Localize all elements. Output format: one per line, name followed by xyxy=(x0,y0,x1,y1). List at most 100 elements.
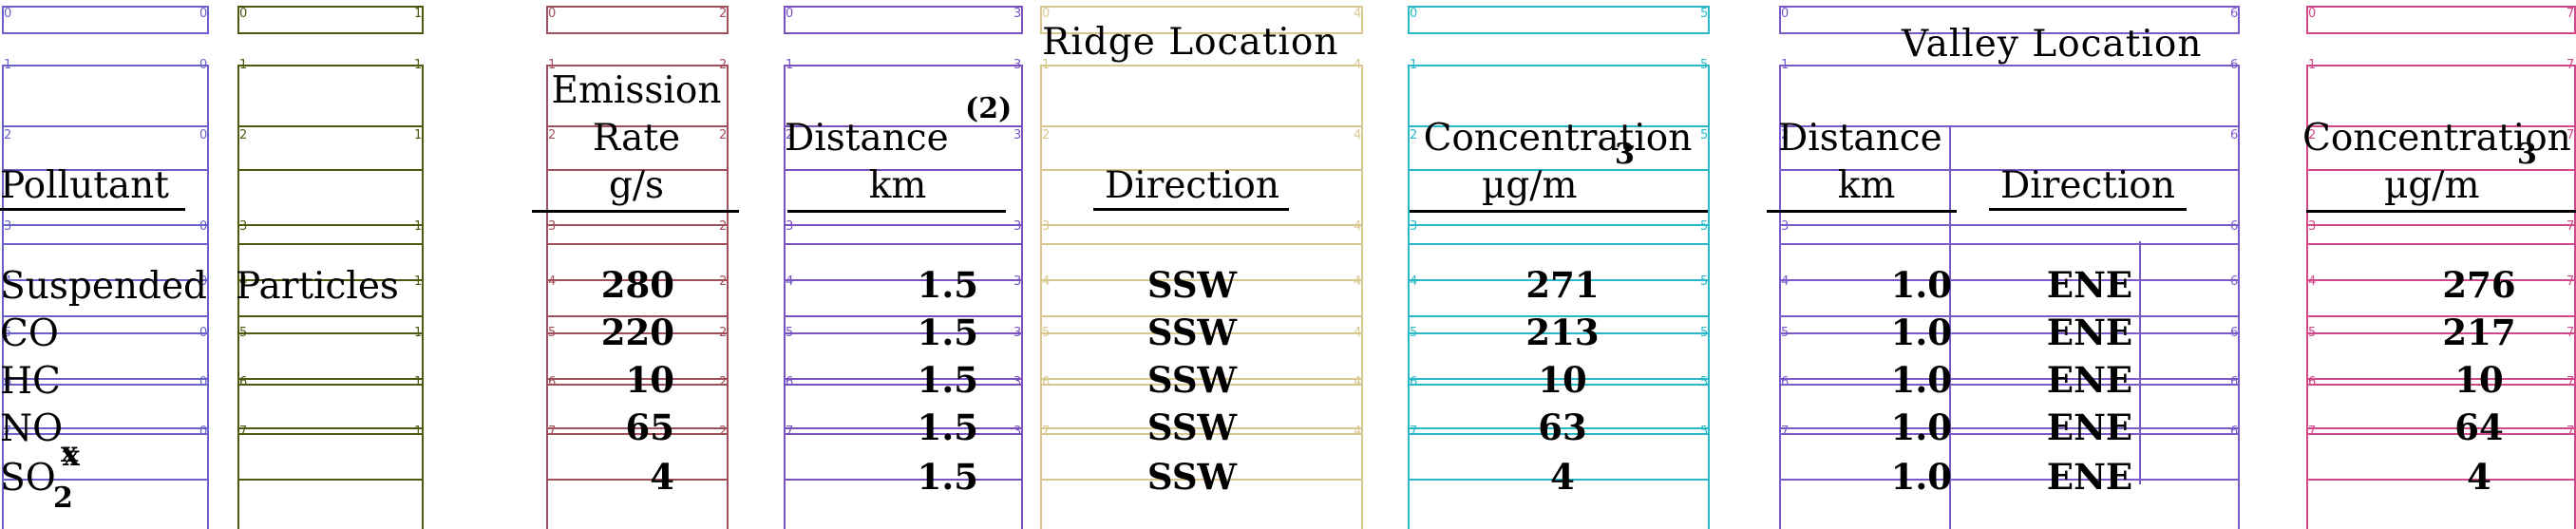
column-index-label: 5 xyxy=(1410,326,1418,340)
column-index-label: 7 xyxy=(1781,425,1790,439)
column-index-label: 6 xyxy=(2230,274,2239,289)
rule-ridge-conc xyxy=(1410,210,1708,213)
column-index-label: 1 xyxy=(414,128,423,142)
column-index-label: 0 xyxy=(199,375,208,389)
column-index-label: 5 xyxy=(1700,375,1709,389)
column-index-label: 7 xyxy=(2567,375,2575,389)
column-index-label: 7 xyxy=(786,425,794,439)
column-index-label: 0 xyxy=(199,7,208,21)
column-band-line xyxy=(1408,243,1710,245)
column-index-label: 3 xyxy=(548,219,557,234)
column-band-line xyxy=(237,169,424,171)
column-band-line xyxy=(2,125,209,127)
column-band-line xyxy=(546,224,729,226)
column-band-line xyxy=(237,479,424,481)
column-index-label: 6 xyxy=(2230,375,2239,389)
column-index-label: 0 xyxy=(786,7,794,21)
column-index-label: 6 xyxy=(2230,7,2239,21)
column-index-label: 7 xyxy=(239,425,248,439)
column-index-label: 0 xyxy=(1781,7,1790,21)
column-band-line xyxy=(237,427,424,429)
column-index-label: 0 xyxy=(2308,7,2317,21)
column-band-line xyxy=(2306,224,2576,226)
valley-concentration-cell: 4 xyxy=(2467,456,2491,498)
column-index-label: 2 xyxy=(719,375,728,389)
valley-distance-unit: km xyxy=(1837,164,1896,207)
ridge-distance-unit: km xyxy=(868,164,927,207)
column-index-label: 1 xyxy=(414,58,423,72)
ridge-concentration-cell: 4 xyxy=(1550,456,1575,498)
column-index-label: 0 xyxy=(1410,7,1418,21)
ridge-concentration-cell: 271 xyxy=(1525,264,1600,306)
emission-rate-cell: 220 xyxy=(600,312,674,353)
column-index-label: 3 xyxy=(1013,58,1022,72)
valley-direction-cell: ENE xyxy=(2046,359,2133,401)
ridge-location-heading: Ridge Location xyxy=(1042,21,1339,64)
column-band-line xyxy=(1040,224,1363,226)
column-index-label: 4 xyxy=(786,274,794,289)
column-index-label: 4 xyxy=(1410,274,1418,289)
column-index-label: 6 xyxy=(2230,425,2239,439)
column-index-label: 5 xyxy=(1700,274,1709,289)
valley-distance-cell: 1.0 xyxy=(1890,359,1952,401)
pollutant-cell: NO xyxy=(0,407,64,450)
emission-rate-cell: 280 xyxy=(600,264,674,306)
column-index-label: 6 xyxy=(2230,128,2239,142)
column-band-line xyxy=(237,384,424,386)
valley-concentration-unit: µg/m xyxy=(2384,164,2480,207)
rule-emission xyxy=(532,210,739,213)
valley-concentration-cell: 276 xyxy=(2442,264,2516,306)
column-index-label: 7 xyxy=(2567,326,2575,340)
column-index-label: 2 xyxy=(4,128,12,142)
column-index-label: 5 xyxy=(2308,326,2317,340)
column-index-label: 6 xyxy=(2230,58,2239,72)
column-index-label: 3 xyxy=(786,219,794,234)
pollutant-cell-continued: Particles xyxy=(236,265,399,308)
column-index-label: 1 xyxy=(414,375,423,389)
column-index-label: 0 xyxy=(548,7,557,21)
column-index-label: 1 xyxy=(786,58,794,72)
valley-distance-cell: 1.0 xyxy=(1890,264,1952,306)
column-index-label: 5 xyxy=(1042,326,1051,340)
column-index-label: 7 xyxy=(2567,219,2575,234)
column-band-line xyxy=(784,243,1023,245)
column-index-label: 2 xyxy=(719,326,728,340)
column-index-label: 6 xyxy=(1781,375,1790,389)
ridge-direction-cell: SSW xyxy=(1146,264,1238,306)
column-index-label: 5 xyxy=(1700,7,1709,21)
emission-header-line2: Rate xyxy=(592,117,681,160)
column-index-label: 1 xyxy=(239,58,248,72)
rule-ridge-direction xyxy=(1093,208,1289,211)
column-frame-top xyxy=(2306,6,2576,34)
column-index-label: 5 xyxy=(1700,219,1709,234)
column-band-line xyxy=(237,433,424,435)
valley-concentration-cell: 217 xyxy=(2442,312,2516,353)
valley-concentration-cell: 10 xyxy=(2454,359,2504,401)
ridge-direction-cell: SSW xyxy=(1146,312,1238,353)
column-index-label: 4 xyxy=(1042,274,1051,289)
ridge-distance-cell: 1.5 xyxy=(917,359,978,401)
column-index-label: 3 xyxy=(1042,219,1051,234)
column-index-label: 2 xyxy=(239,128,248,142)
column-index-label: 7 xyxy=(1410,425,1418,439)
column-index-label: 4 xyxy=(1354,425,1362,439)
column-band-line xyxy=(237,378,424,380)
column-index-label: 0 xyxy=(199,326,208,340)
column-index-label: 0 xyxy=(239,7,248,21)
column-index-label: 4 xyxy=(1354,58,1362,72)
column-index-label: 3 xyxy=(1013,326,1022,340)
ridge-distance-header: Distance xyxy=(785,117,949,160)
column-index-label: 4 xyxy=(1354,219,1362,234)
column-index-label: 1 xyxy=(414,326,423,340)
emission-rate-cell: 65 xyxy=(625,406,675,448)
valley-location-heading: Valley Location xyxy=(1902,23,2203,66)
column-index-label: 7 xyxy=(1042,425,1051,439)
column-index-label: 7 xyxy=(2567,274,2575,289)
column-index-label: 1 xyxy=(414,7,423,21)
column-index-label: 4 xyxy=(1354,274,1362,289)
column-band-line xyxy=(1408,224,1710,226)
ridge-concentration-cell: 10 xyxy=(1538,359,1587,401)
pollutant-cell: CO xyxy=(0,312,59,355)
rule-valley-direction xyxy=(1989,208,2187,211)
column-index-label: 4 xyxy=(1354,375,1362,389)
